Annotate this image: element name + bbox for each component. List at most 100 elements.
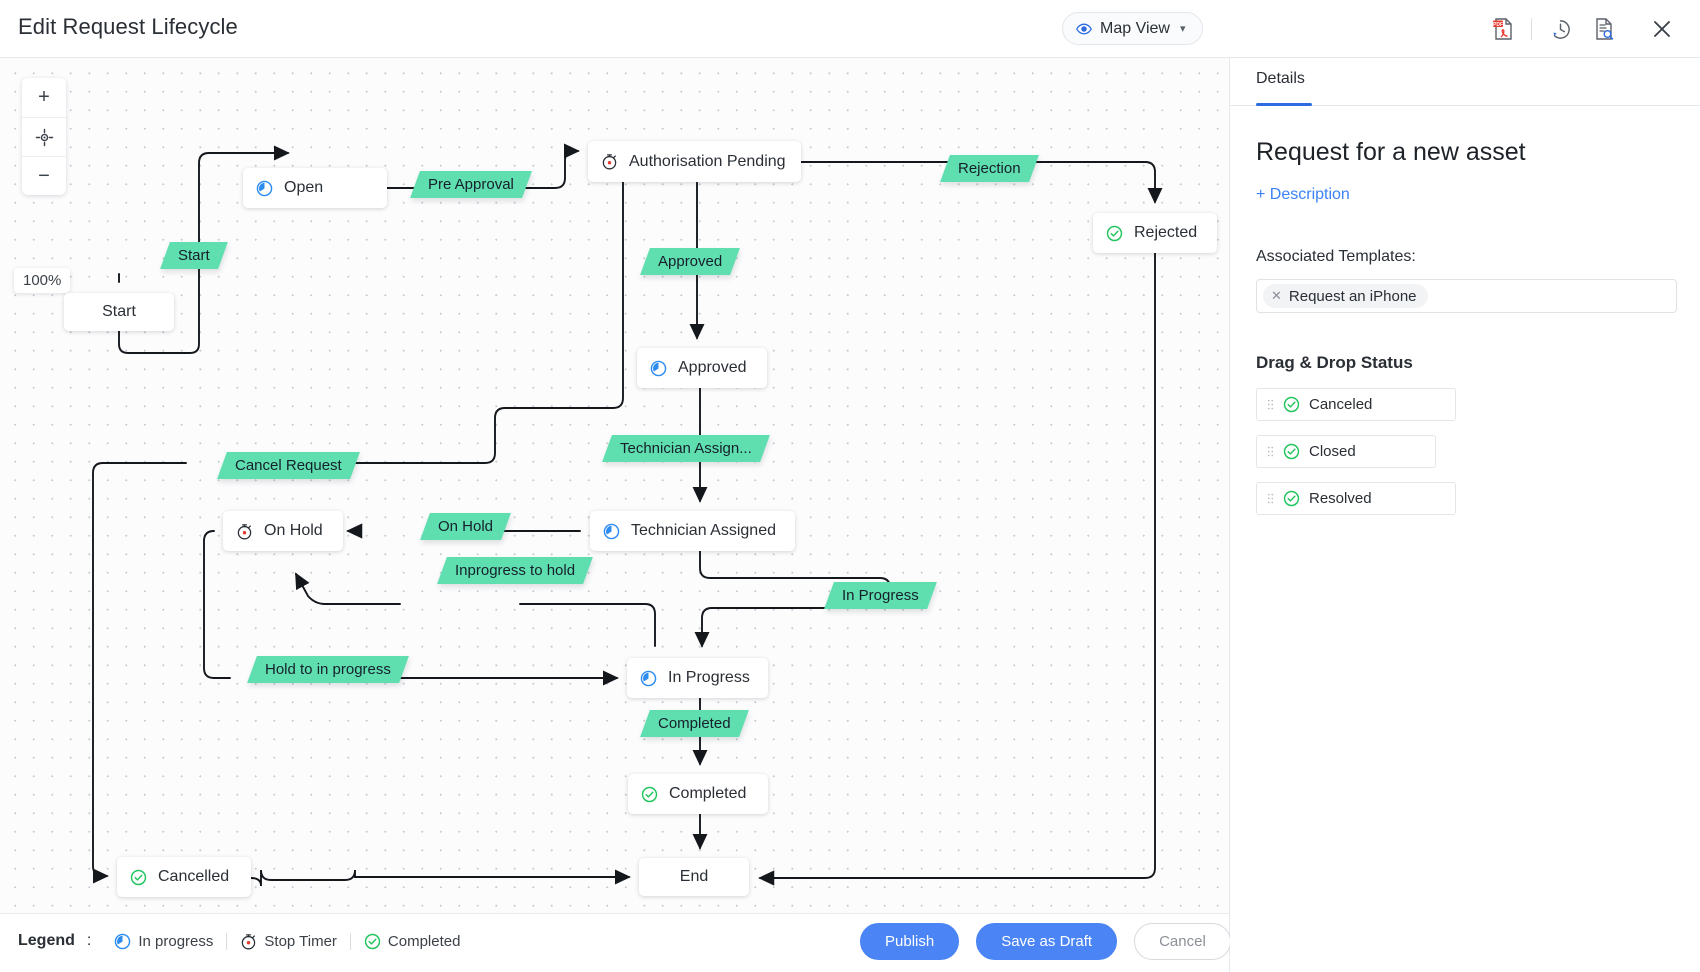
node-open[interactable]: Open	[243, 168, 387, 208]
completed-icon	[130, 869, 147, 886]
drag-handle-icon[interactable]	[1267, 445, 1274, 458]
drag-drop-item-closed[interactable]: Closed	[1256, 435, 1436, 468]
node-label: Rejected	[1134, 225, 1197, 241]
transition-label-completed[interactable]: Completed	[640, 710, 748, 737]
transition-label-rejection[interactable]: Rejection	[940, 155, 1038, 182]
in-progress-icon	[114, 933, 131, 950]
request-title: Request for a new asset	[1256, 138, 1526, 167]
recenter-icon[interactable]	[22, 117, 66, 156]
drag-drop-item-label: Closed	[1309, 443, 1356, 460]
node-start[interactable]: Start	[64, 293, 174, 331]
top-bar: Edit Request Lifecycle Map View ▾ PDF	[0, 0, 1700, 58]
node-authorisation-pending[interactable]: Authorisation Pending	[588, 141, 801, 182]
transition-label-pre-approval[interactable]: Pre Approval	[410, 171, 532, 198]
legend-item-label: Completed	[388, 933, 461, 950]
node-rejected[interactable]: Rejected	[1093, 213, 1217, 253]
svg-text:PDF: PDF	[1493, 22, 1503, 28]
transition-label-start[interactable]: Start	[160, 242, 228, 269]
transition-label-text: Inprogress to hold	[455, 563, 575, 578]
drag-drop-item-resolved[interactable]: Resolved	[1256, 482, 1456, 515]
drag-handle-icon[interactable]	[1267, 492, 1274, 505]
transition-label-text: On Hold	[438, 519, 493, 534]
tab-active-underline	[1256, 103, 1312, 106]
transition-label-text: Completed	[658, 716, 731, 731]
drag-drop-item-label: Resolved	[1309, 490, 1372, 507]
associated-templates-field[interactable]: ✕ Request an iPhone	[1256, 279, 1677, 313]
drag-handle-icon[interactable]	[1267, 398, 1274, 411]
template-chip[interactable]: ✕ Request an iPhone	[1263, 284, 1428, 308]
history-icon[interactable]	[1538, 7, 1582, 51]
node-end[interactable]: End	[639, 858, 749, 896]
legend-title: Legend	[18, 932, 75, 950]
legend-item-stop-timer: Stop Timer	[227, 933, 350, 950]
document-search-icon[interactable]	[1582, 7, 1626, 51]
node-label: Approved	[678, 360, 747, 376]
transition-label-technician-assign[interactable]: Technician Assign...	[602, 435, 770, 462]
add-description-link[interactable]: + Description	[1256, 186, 1350, 204]
panel-tabs: Details	[1230, 58, 1700, 106]
close-icon[interactable]	[1640, 7, 1684, 51]
node-on-hold[interactable]: On Hold	[223, 511, 343, 551]
node-label: On Hold	[264, 523, 323, 539]
node-label: Technician Assigned	[631, 523, 776, 539]
drag-drop-status-heading: Drag & Drop Status	[1256, 353, 1413, 373]
publish-button[interactable]: Publish	[860, 923, 959, 960]
node-label: Open	[284, 180, 323, 196]
completed-icon	[641, 786, 658, 803]
in-progress-icon	[650, 360, 667, 377]
toolbar-divider	[1531, 18, 1532, 40]
transition-label-cancel-request[interactable]: Cancel Request	[217, 452, 360, 479]
zoom-level-label: 100%	[14, 268, 70, 293]
completed-icon	[1283, 396, 1300, 413]
node-label: Start	[102, 304, 136, 320]
legend: Legend : In progress Stop Timer Complete…	[18, 932, 473, 950]
save-as-draft-button[interactable]: Save as Draft	[976, 923, 1117, 960]
transition-label-text: Rejection	[958, 161, 1021, 176]
node-technician-assigned[interactable]: Technician Assigned	[590, 511, 795, 551]
completed-icon	[1283, 490, 1300, 507]
node-completed[interactable]: Completed	[628, 774, 768, 814]
node-label: End	[680, 869, 708, 885]
transition-label-text: Hold to in progress	[265, 662, 391, 677]
eye-icon	[1076, 21, 1092, 37]
completed-icon	[364, 933, 381, 950]
action-buttons: Publish Save as Draft Cancel	[860, 923, 1231, 960]
map-view-button[interactable]: Map View ▾	[1062, 12, 1203, 45]
node-label: Authorisation Pending	[629, 154, 786, 170]
zoom-out-button[interactable]: −	[22, 156, 66, 195]
transition-label-in-progress[interactable]: In Progress	[824, 582, 937, 609]
in-progress-icon	[603, 523, 620, 540]
transition-label-inprogress-to-hold[interactable]: Inprogress to hold	[437, 557, 593, 584]
completed-icon	[1106, 225, 1123, 242]
associated-templates-heading: Associated Templates:	[1256, 248, 1416, 266]
transition-label-on-hold[interactable]: On Hold	[420, 513, 511, 540]
stop-timer-icon	[601, 153, 618, 170]
node-label: Cancelled	[158, 869, 229, 885]
in-progress-icon	[640, 670, 657, 687]
legend-item-label: In progress	[138, 933, 213, 950]
node-in-progress[interactable]: In Progress	[627, 658, 768, 698]
details-panel: Details Request for a new asset + Descri…	[1230, 58, 1700, 972]
transition-label-text: Cancel Request	[235, 458, 342, 473]
legend-item-completed: Completed	[351, 933, 474, 950]
transition-label-text: Technician Assign...	[620, 441, 752, 456]
diagram-edges	[0, 58, 1229, 913]
zoom-controls[interactable]: + −	[22, 78, 66, 195]
page-title: Edit Request Lifecycle	[18, 14, 238, 40]
top-bar-actions: PDF	[1481, 0, 1684, 58]
transition-label-approved[interactable]: Approved	[640, 248, 740, 275]
tab-details[interactable]: Details	[1256, 70, 1305, 88]
transition-label-text: Pre Approval	[428, 177, 514, 192]
zoom-in-button[interactable]: +	[22, 78, 66, 117]
node-cancelled[interactable]: Cancelled	[117, 857, 251, 897]
lifecycle-canvas[interactable]: + − 100% Start Open Authorisation Pendin…	[0, 58, 1229, 913]
node-approved[interactable]: Approved	[637, 348, 767, 388]
close-icon[interactable]: ✕	[1271, 288, 1282, 304]
cancel-button[interactable]: Cancel	[1134, 923, 1231, 960]
stop-timer-icon	[236, 523, 253, 540]
chevron-down-icon: ▾	[1180, 22, 1186, 35]
export-pdf-icon[interactable]: PDF	[1481, 7, 1525, 51]
transition-label-text: Start	[178, 248, 210, 263]
drag-drop-item-canceled[interactable]: Canceled	[1256, 388, 1456, 421]
transition-label-hold-to-in-progress[interactable]: Hold to in progress	[247, 656, 409, 683]
